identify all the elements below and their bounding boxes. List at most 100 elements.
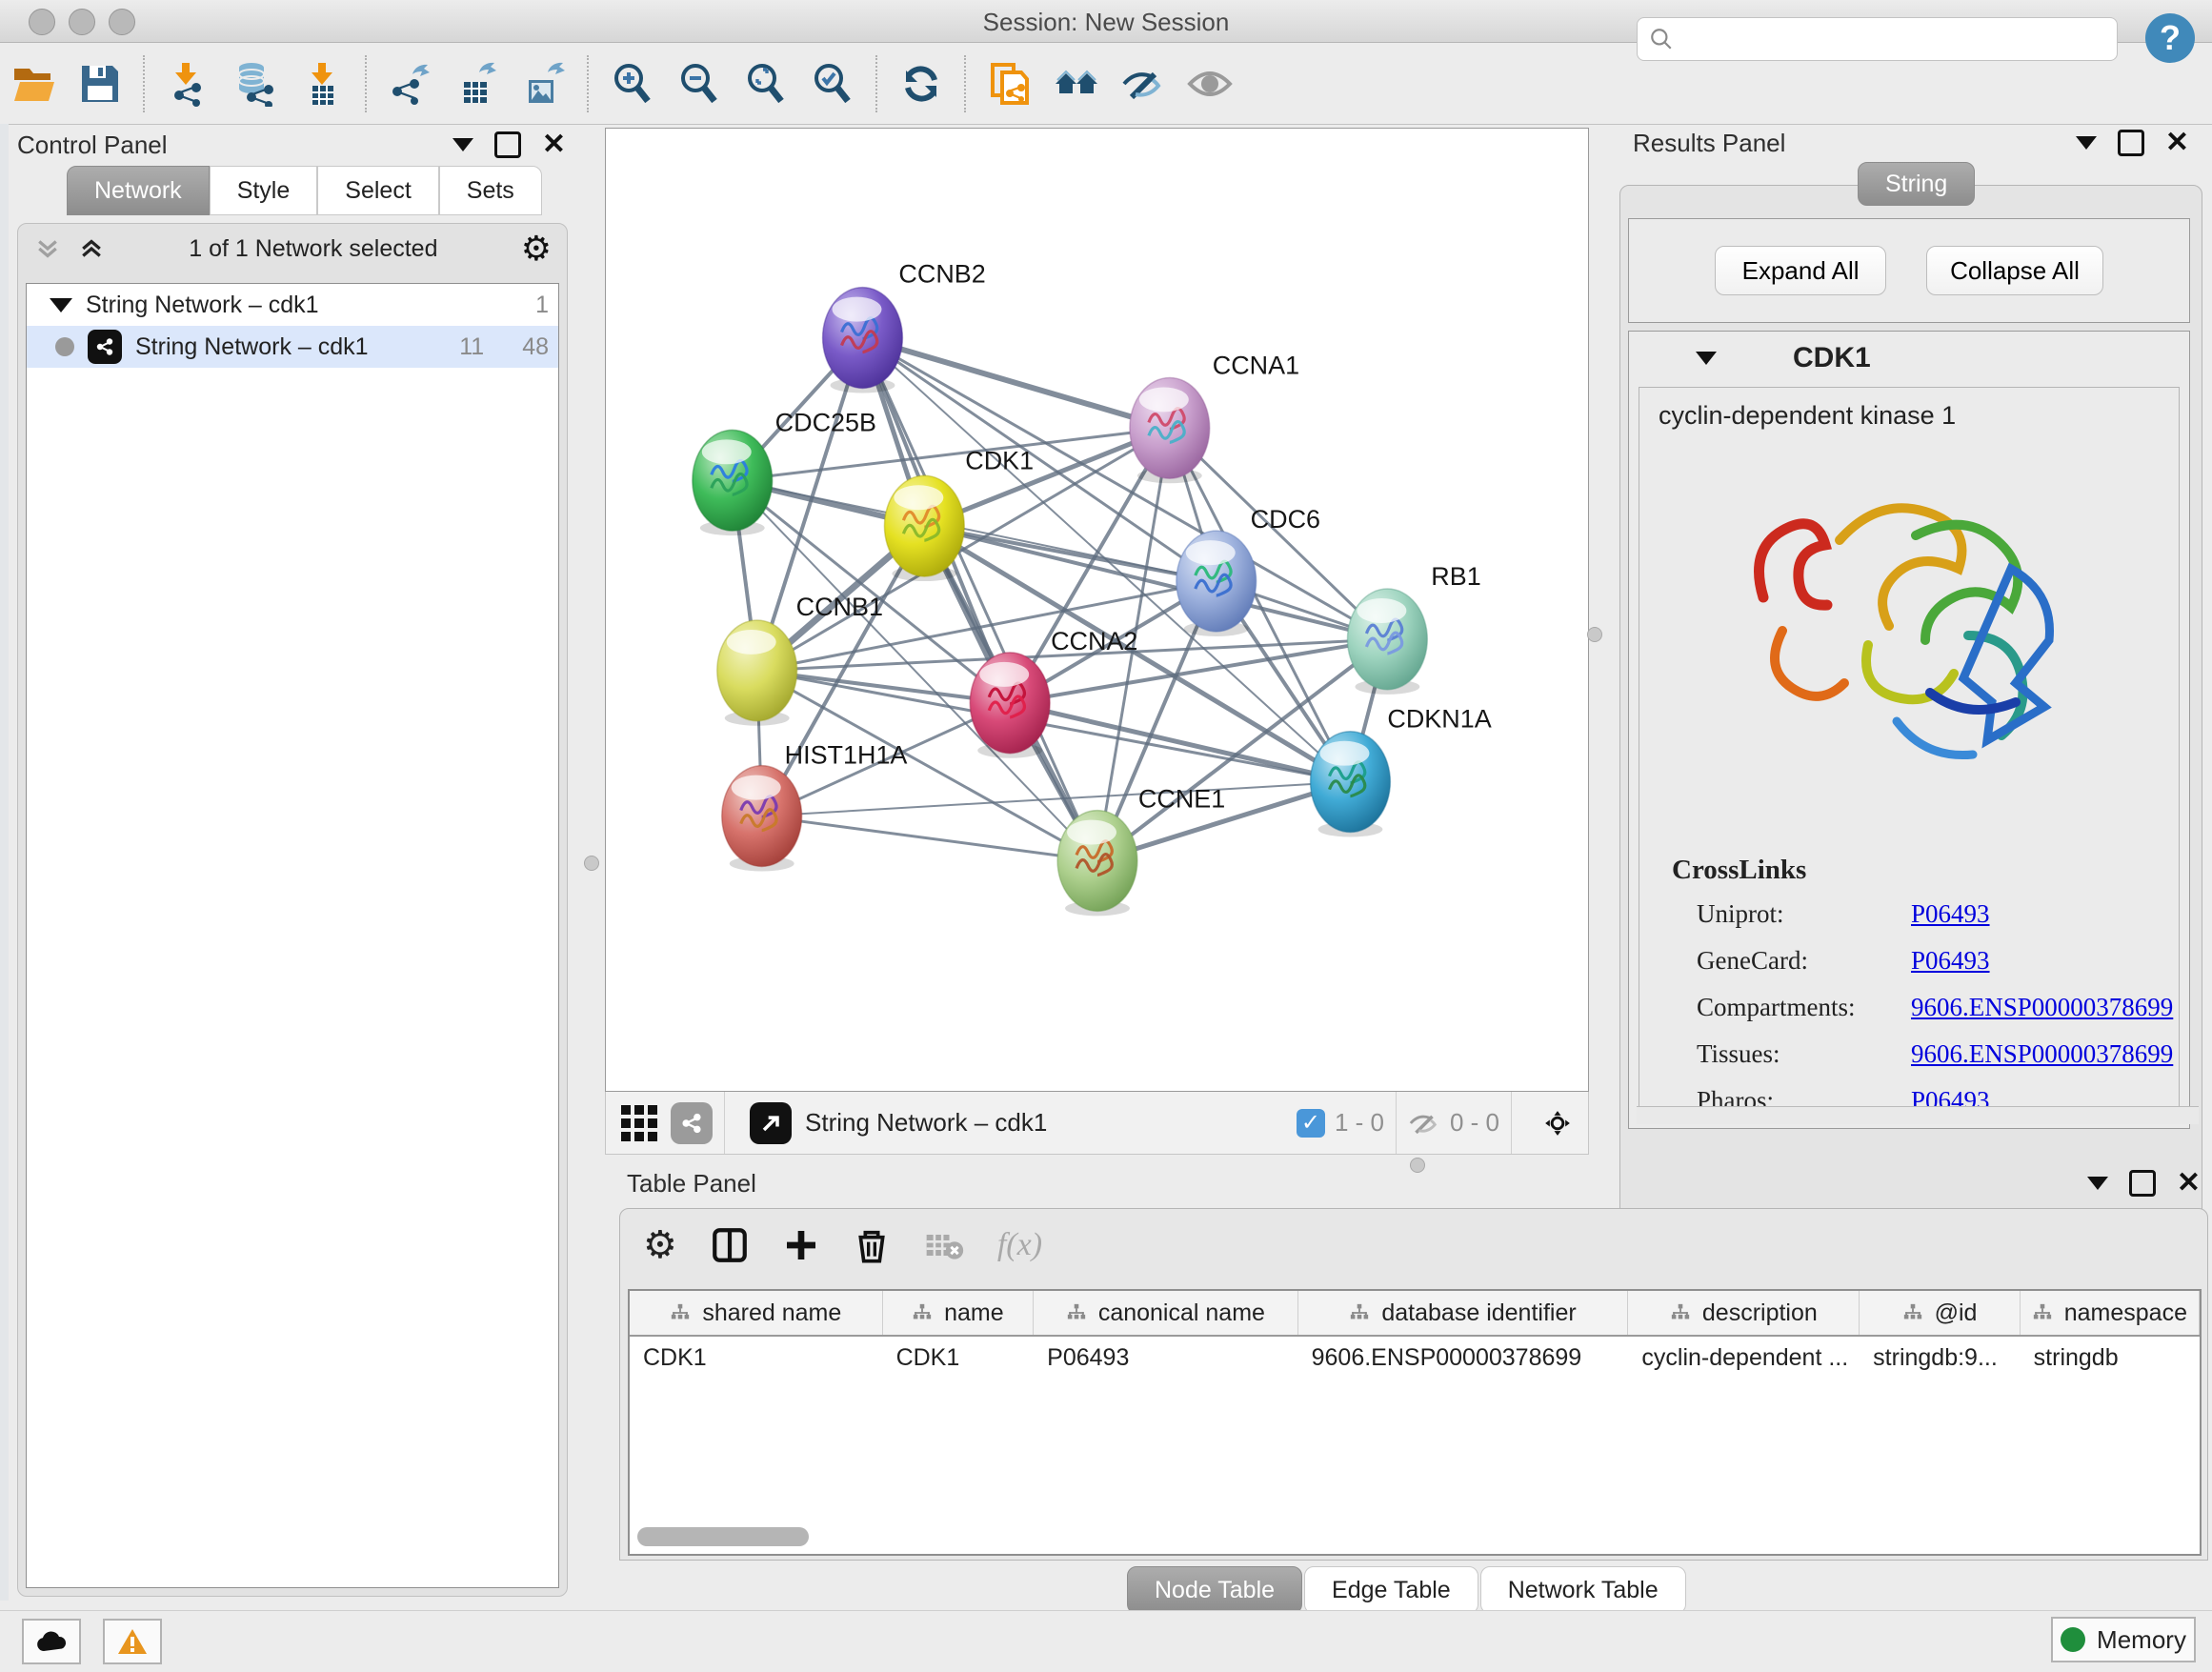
panel-menu-icon[interactable] — [2076, 136, 2097, 150]
save-session-icon[interactable] — [75, 59, 125, 109]
network-graph[interactable]: CCNB2CCNA1CDC25BCDK1CDC6RB1CCNB1CCNA2CDK… — [606, 129, 1588, 1091]
collapse-all-icon[interactable] — [33, 234, 62, 263]
results-scrollbar[interactable] — [1637, 1106, 2199, 1124]
column-header-canonical-name[interactable]: canonical name — [1034, 1291, 1297, 1335]
export-image-icon[interactable] — [519, 59, 569, 109]
column-header-description[interactable]: description — [1628, 1291, 1860, 1335]
zoom-out-icon[interactable] — [674, 59, 724, 109]
export-table-icon[interactable] — [452, 59, 502, 109]
string-app-icon[interactable] — [671, 1102, 713, 1144]
network-node-ccna1[interactable]: CCNA1 — [1130, 351, 1299, 483]
crosslink-link[interactable]: P06493 — [1911, 899, 1990, 929]
selected-nodes-indicator[interactable]: ✓ 1 - 0 — [1297, 1108, 1384, 1138]
birds-eye-view-icon[interactable] — [1537, 1102, 1579, 1144]
column-header-database-identifier[interactable]: database identifier — [1298, 1291, 1629, 1335]
table-cell[interactable]: stringdb — [2021, 1337, 2200, 1379]
tab-edge-table[interactable]: Edge Table — [1304, 1566, 1478, 1614]
zoom-selected-icon[interactable] — [808, 59, 857, 109]
crosslink-link[interactable]: 9606.ENSP00000378699 — [1911, 993, 2173, 1022]
first-neighbors-icon[interactable] — [1052, 59, 1101, 109]
float-panel-icon[interactable] — [2129, 1170, 2156, 1197]
gene-expander-icon[interactable] — [1696, 352, 1717, 365]
network-node-cdkn1a[interactable]: CDKN1A — [1311, 705, 1492, 837]
close-panel-icon[interactable]: ✕ — [2177, 1173, 2201, 1194]
network-edge[interactable] — [762, 816, 1097, 861]
import-network-icon[interactable] — [164, 59, 213, 109]
tab-select[interactable]: Select — [317, 166, 438, 215]
table-cell[interactable]: 9606.ENSP00000378699 — [1298, 1337, 1629, 1379]
network-row[interactable]: String Network – cdk1 11 48 — [27, 326, 558, 368]
crosslink-link[interactable]: 9606.ENSP00000378699 — [1911, 1039, 2173, 1069]
tab-network-table[interactable]: Network Table — [1480, 1566, 1686, 1614]
network-collection-row[interactable]: String Network – cdk1 1 — [27, 284, 558, 326]
panel-menu-icon[interactable] — [2087, 1177, 2108, 1190]
import-network-from-database-icon[interactable] — [231, 59, 280, 109]
open-in-browser-icon[interactable] — [750, 1102, 792, 1144]
cloud-button[interactable] — [22, 1619, 81, 1664]
tab-node-table[interactable]: Node Table — [1127, 1566, 1302, 1614]
right-splitter-handle[interactable] — [1587, 627, 1602, 642]
zoom-fit-icon[interactable] — [741, 59, 791, 109]
hidden-nodes-indicator[interactable]: 0 - 0 — [1408, 1107, 1499, 1139]
table-cell[interactable]: cyclin-dependent ... — [1628, 1337, 1860, 1379]
left-splitter-handle[interactable] — [584, 856, 599, 871]
network-node-ccnb1[interactable]: CCNB1 — [717, 593, 883, 726]
tab-sets[interactable]: Sets — [439, 166, 542, 215]
show-columns-icon[interactable] — [710, 1225, 750, 1265]
column-header-name[interactable]: name — [883, 1291, 1035, 1335]
delete-table-icon[interactable] — [923, 1224, 965, 1266]
help-button[interactable]: ? — [2145, 13, 2195, 63]
table-cell[interactable]: stringdb:9... — [1860, 1337, 2021, 1379]
apply-layout-icon[interactable] — [896, 59, 946, 109]
panel-menu-icon[interactable] — [452, 138, 473, 151]
network-edge[interactable] — [1010, 703, 1350, 782]
function-builder-icon[interactable]: f(x) — [997, 1227, 1042, 1263]
table-cell[interactable]: CDK1 — [883, 1337, 1035, 1379]
export-network-icon[interactable] — [386, 59, 435, 109]
network-edge[interactable] — [862, 338, 1169, 429]
import-table-icon[interactable] — [297, 59, 347, 109]
clone-network-icon[interactable] — [985, 59, 1035, 109]
search-input[interactable] — [1674, 25, 2087, 53]
search-field[interactable] — [1637, 17, 2118, 61]
close-panel-icon[interactable]: ✕ — [542, 134, 566, 155]
expand-all-icon[interactable] — [77, 234, 106, 263]
network-edge[interactable] — [924, 526, 1387, 639]
float-panel-icon[interactable] — [2118, 130, 2144, 156]
grid-view-icon[interactable] — [621, 1105, 657, 1141]
collapse-all-button[interactable]: Collapse All — [1926, 246, 2103, 295]
selected-checkbox-icon[interactable]: ✓ — [1297, 1109, 1325, 1138]
column-header-shared-name[interactable]: shared name — [630, 1291, 883, 1335]
crosslink-link[interactable]: P06493 — [1911, 946, 1990, 976]
column-header--id[interactable]: @id — [1860, 1291, 2020, 1335]
hide-selected-icon[interactable] — [1118, 59, 1168, 109]
tab-string[interactable]: String — [1858, 162, 1975, 206]
column-header-namespace[interactable]: namespace — [2021, 1291, 2200, 1335]
add-column-icon[interactable] — [782, 1226, 820, 1264]
table-options-gear-icon[interactable]: ⚙ — [643, 1223, 677, 1267]
expand-all-button[interactable]: Expand All — [1715, 246, 1886, 295]
tab-style[interactable]: Style — [210, 166, 318, 215]
close-panel-icon[interactable]: ✕ — [2165, 132, 2189, 153]
show-all-icon[interactable] — [1185, 59, 1235, 109]
network-node-ccne1[interactable]: CCNE1 — [1057, 785, 1225, 917]
collection-expander-icon[interactable] — [50, 298, 72, 312]
warnings-button[interactable] — [103, 1619, 162, 1664]
network-node-hist1h1a[interactable]: HIST1H1A — [722, 741, 908, 872]
table-cell[interactable]: P06493 — [1034, 1337, 1297, 1379]
network-node-cdc25b[interactable]: CDC25B — [693, 408, 876, 535]
float-panel-icon[interactable] — [494, 131, 521, 158]
tab-network[interactable]: Network — [67, 166, 210, 215]
network-options-gear-icon[interactable]: ⚙ — [521, 232, 552, 266]
network-canvas[interactable]: CCNB2CCNA1CDC25BCDK1CDC6RB1CCNB1CCNA2CDK… — [605, 128, 1589, 1092]
table-row[interactable]: CDK1CDK1P064939606.ENSP00000378699cyclin… — [630, 1337, 2200, 1379]
network-node-ccnb2[interactable]: CCNB2 — [823, 260, 986, 393]
open-session-icon[interactable] — [9, 59, 58, 109]
table-horizontal-scrollbar[interactable] — [637, 1527, 809, 1546]
delete-column-icon[interactable] — [853, 1226, 891, 1264]
network-edge[interactable] — [862, 338, 1097, 861]
zoom-in-icon[interactable] — [608, 59, 657, 109]
table-cell[interactable]: CDK1 — [630, 1337, 883, 1379]
memory-button[interactable]: Memory — [2051, 1617, 2196, 1662]
network-node-rb1[interactable]: RB1 — [1347, 562, 1480, 695]
